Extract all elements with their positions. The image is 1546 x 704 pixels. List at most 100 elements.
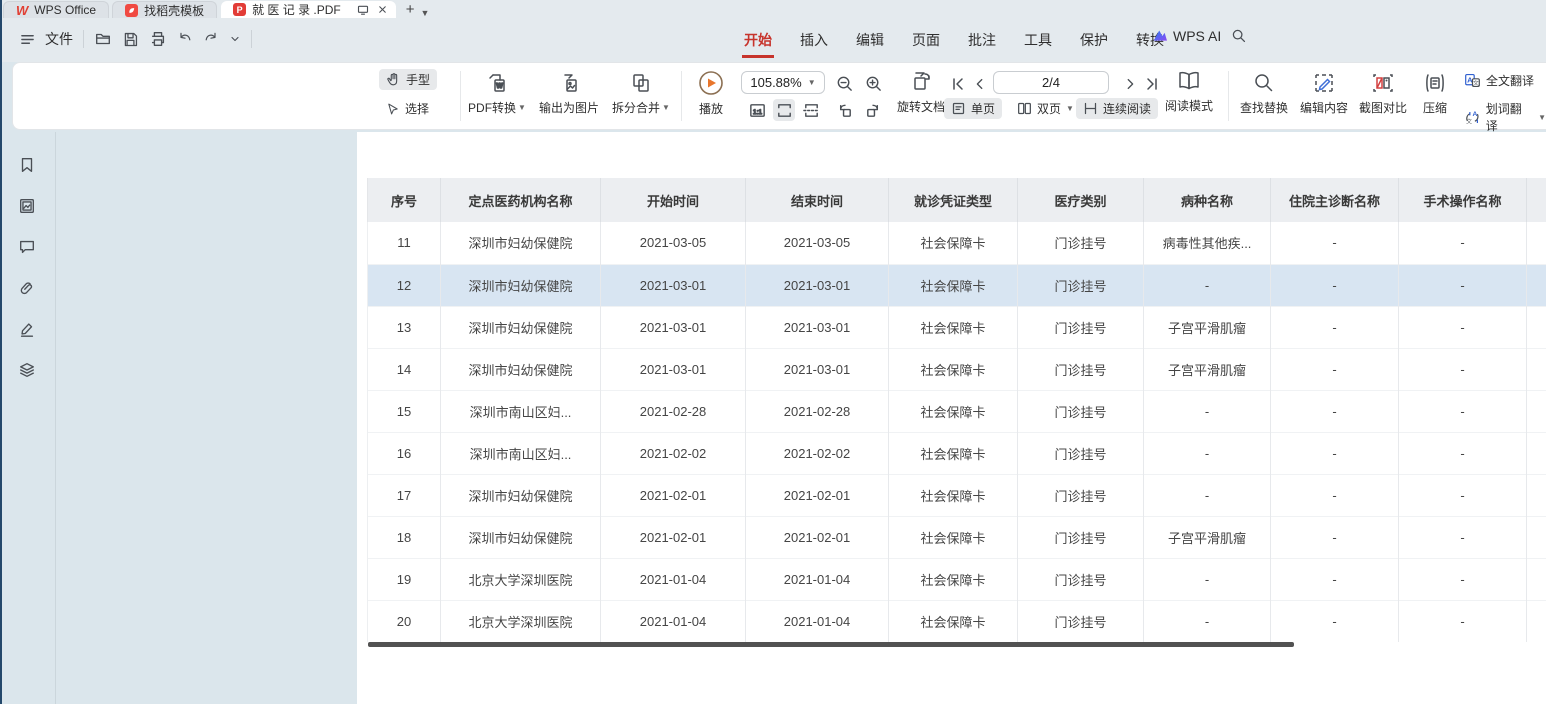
fit-page-button[interactable] [800,99,822,121]
tab-wps-office[interactable]: W WPS Office [3,1,109,18]
toolbar-divider [681,71,682,121]
table-cell: 14 [368,348,441,390]
menu-item-tools[interactable]: 工具 [1022,28,1054,56]
table-cell: - [1271,474,1399,516]
menu-item-insert[interactable]: 插入 [798,28,830,56]
table-cell: 深圳市南山区妇... [441,432,601,474]
export-image-button[interactable]: 输出为图片 [533,71,605,116]
undo-icon[interactable] [177,31,193,47]
single-page-button[interactable]: 单页 [944,98,1002,119]
actual-size-button[interactable]: 1:1 [746,99,768,121]
table-cell: 17 [368,474,441,516]
table-row[interactable]: 14深圳市妇幼保健院2021-03-012021-03-01社会保障卡门诊挂号子… [368,348,1546,390]
zoom-in-button[interactable] [862,72,884,94]
thumbnails-icon[interactable] [18,197,36,215]
full-translate-icon: A文 [1464,72,1481,89]
table-row[interactable]: 20北京大学深圳医院2021-01-042021-01-04社会保障卡门诊挂号-… [368,600,1546,642]
select-tool-button[interactable]: 选择 [379,98,436,119]
screenshot-compare-button[interactable]: 截图对比 [1353,71,1413,116]
signature-icon[interactable] [18,320,36,338]
redo-icon[interactable] [203,31,219,47]
table-cell: - [1144,264,1271,306]
tab-list-chevron-icon[interactable]: ▼ [421,8,430,18]
menu-item-edit[interactable]: 编辑 [854,28,886,56]
table-cell: 子宫平滑肌瘤 [1144,348,1271,390]
menu-item-protect[interactable]: 保护 [1078,28,1110,56]
table-cell: 子宫平滑肌瘤 [1144,516,1271,558]
double-page-button[interactable]: 双页 ▼ [1010,98,1081,119]
table-row[interactable]: 15深圳市南山区妇...2021-02-282021-02-28社会保障卡门诊挂… [368,390,1546,432]
hand-tool-button[interactable]: 手型 [379,69,437,90]
table-cell: - [1271,222,1399,264]
table-cell: 社会保障卡 [889,222,1018,264]
table-cell: 社会保障卡 [889,264,1018,306]
table-row[interactable]: 17深圳市妇幼保健院2021-02-012021-02-01社会保障卡门诊挂号-… [368,474,1546,516]
tab-label: 找稻壳模板 [144,2,204,19]
first-page-button[interactable] [947,73,969,95]
tab-document-pdf[interactable]: P 就 医 记 录 .PDF [221,1,396,18]
find-replace-button[interactable]: 查找替换 [1234,71,1294,116]
comments-icon[interactable] [18,238,36,256]
close-tab-icon[interactable] [377,4,388,15]
monitor-icon[interactable] [357,4,369,16]
book-icon [1176,69,1202,93]
table-cell: - [1399,474,1527,516]
table-cell: 深圳市妇幼保健院 [441,264,601,306]
read-mode-button[interactable]: 阅读模式 [1159,69,1219,114]
table-cell: - [1271,306,1399,348]
pdf-convert-button[interactable]: W PDF转换▼ [464,71,530,116]
fit-width-button[interactable] [773,99,795,121]
zoom-out-button[interactable] [833,72,855,94]
table-cell: 2021-02-02 [601,432,746,474]
tab-docer-templates[interactable]: 找稻壳模板 [112,1,217,18]
table-cell: 2021-03-01 [746,348,889,390]
table-cell: 社会保障卡 [889,306,1018,348]
split-merge-button[interactable]: 拆分合并▼ [609,71,673,116]
rotate-document-button[interactable]: 旋转文档 [890,68,952,115]
page-number-input[interactable]: 2/4 [993,71,1109,94]
table-cell: 11 [368,222,441,264]
table-row[interactable]: 19北京大学深圳医院2021-01-042021-01-04社会保障卡门诊挂号-… [368,558,1546,600]
play-button[interactable]: 播放 [693,70,729,117]
menu-search-icon[interactable] [1230,27,1247,44]
new-tab-button[interactable]: + [406,1,415,18]
table-row[interactable]: 13深圳市妇幼保健院2021-03-012021-03-01社会保障卡门诊挂号子… [368,306,1546,348]
pdf-page[interactable]: 序号定点医药机构名称开始时间结束时间就诊凭证类型医疗类别病种名称住院主诊断名称手… [357,132,1546,704]
table-row[interactable]: 12深圳市妇幼保健院2021-03-012021-03-01社会保障卡门诊挂号-… [368,264,1546,306]
file-menu[interactable]: 文件 [45,29,73,49]
table-cell: 2021-02-01 [746,516,889,558]
rotate-right-button[interactable] [862,99,884,121]
wps-ai-button[interactable]: WPS AI [1152,28,1221,44]
layers-icon[interactable] [18,361,36,379]
hamburger-menu-icon[interactable] [20,32,35,47]
table-row[interactable]: 16深圳市南山区妇...2021-02-022021-02-02社会保障卡门诊挂… [368,432,1546,474]
previous-page-button[interactable] [969,73,991,95]
quick-access-chevron-icon[interactable] [229,33,241,45]
table-row[interactable]: 18深圳市妇幼保健院2021-02-012021-02-01社会保障卡门诊挂号子… [368,516,1546,558]
menu-item-page[interactable]: 页面 [910,28,942,56]
edit-content-icon [1312,71,1336,95]
zoom-level-select[interactable]: 105.88% ▼ [741,71,825,94]
print-icon[interactable] [149,30,167,48]
next-page-button[interactable] [1119,73,1141,95]
table-cell-partial [1527,474,1546,516]
edit-content-button[interactable]: 编辑内容 [1294,71,1354,116]
compress-button[interactable]: 压缩 [1411,71,1459,116]
bookmarks-icon[interactable] [18,156,36,174]
save-icon[interactable] [122,31,139,48]
table-cell: 16 [368,432,441,474]
table-cell: - [1399,306,1527,348]
full-translate-button[interactable]: A文 全文翻译 [1457,70,1541,91]
toolbar-panel: 手型 选择 W PDF转换▼ 输出为图片 拆分合并▼ 播放 105.88% [12,62,1546,130]
word-translate-button[interactable]: A文 划词翻译 ▼ [1457,98,1546,136]
table-cell: 门诊挂号 [1018,600,1144,642]
open-file-icon[interactable] [94,30,112,48]
attachments-icon[interactable] [18,279,36,297]
menu-item-annotate[interactable]: 批注 [966,28,998,56]
continuous-read-button[interactable]: 连续阅读 [1076,98,1158,119]
divider [83,30,84,48]
table-row[interactable]: 11深圳市妇幼保健院2021-03-052021-03-05社会保障卡门诊挂号病… [368,222,1546,264]
wps-pdf-window: W WPS Office 找稻壳模板 P 就 医 记 录 .PDF + ▼ 文件 [0,0,1546,704]
menu-item-home[interactable]: 开始 [742,28,774,56]
rotate-left-button[interactable] [833,99,855,121]
